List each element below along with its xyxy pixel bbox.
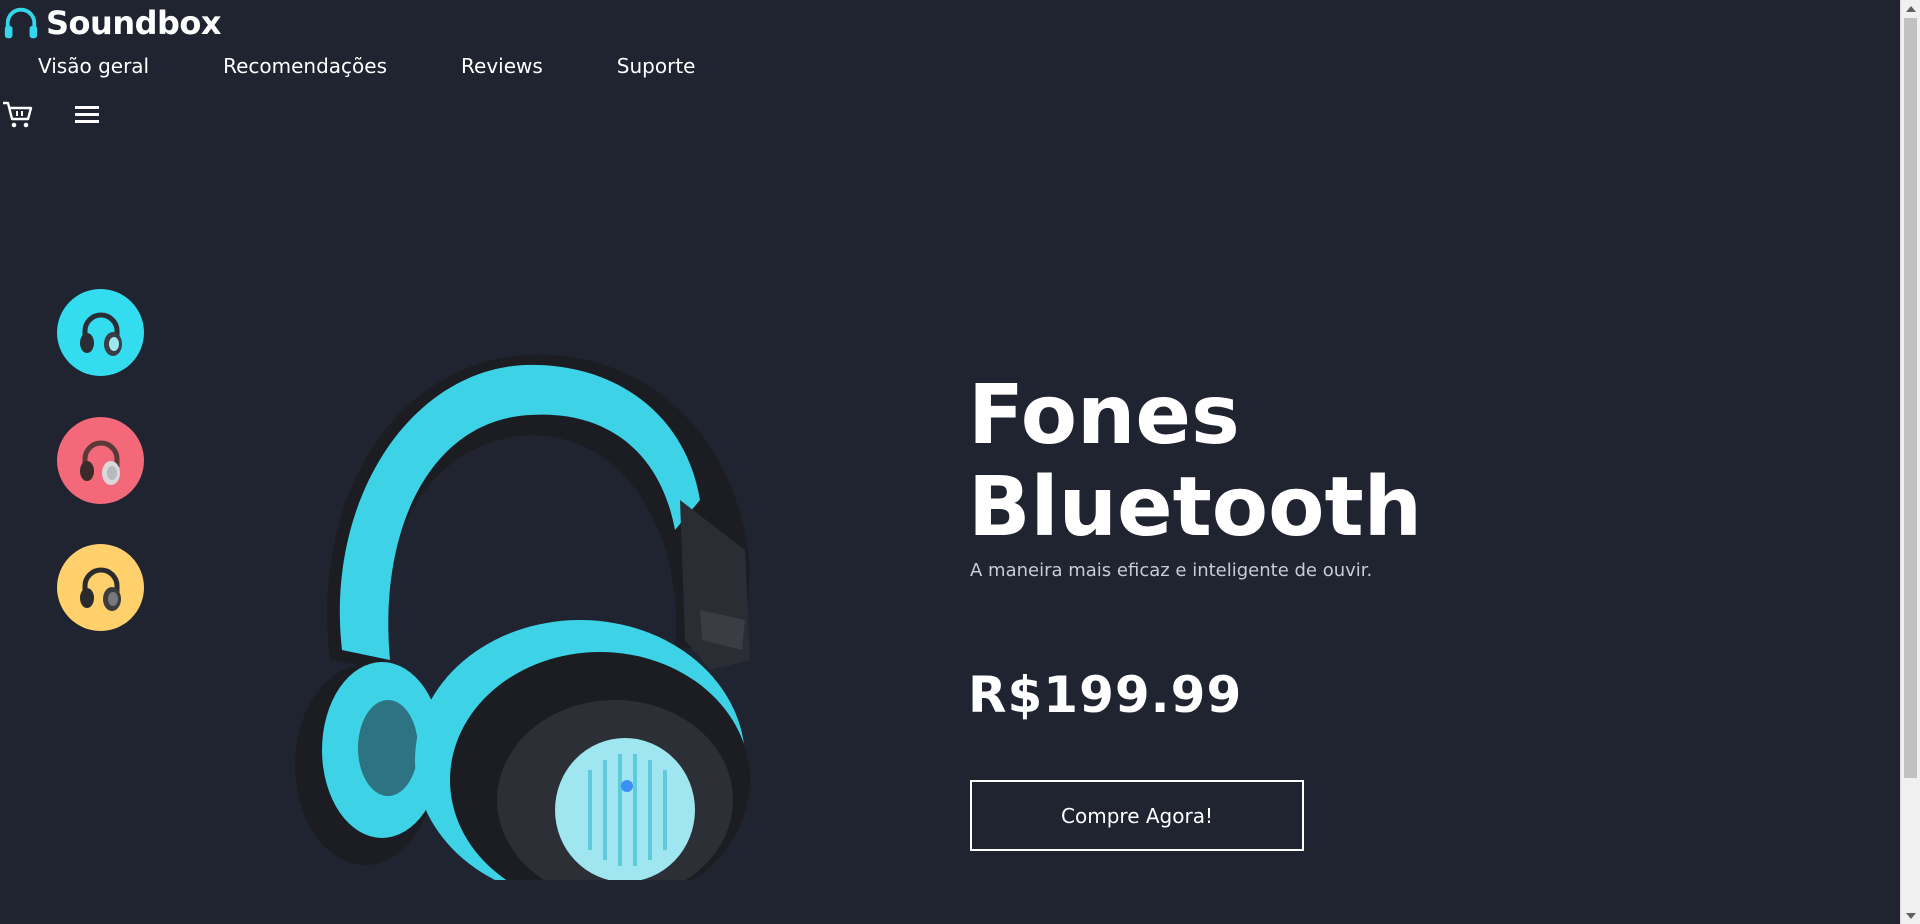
toolbar bbox=[2, 98, 102, 130]
buy-now-button[interactable]: Compre Agora! bbox=[970, 780, 1304, 851]
main-nav: Visão geral Recomendações Reviews Suport… bbox=[38, 54, 769, 78]
brand-name: Soundbox bbox=[46, 4, 222, 42]
product-title: Fones Bluetooth bbox=[968, 370, 1488, 554]
brand[interactable]: Soundbox bbox=[2, 4, 222, 42]
nav-item-suporte[interactable]: Suporte bbox=[617, 54, 696, 78]
cart-icon[interactable] bbox=[2, 98, 34, 130]
color-swatch-yellow[interactable] bbox=[57, 544, 144, 631]
scroll-down-arrow-icon[interactable] bbox=[1901, 907, 1920, 924]
headphones-thumbnail-icon bbox=[79, 567, 121, 611]
landing-page: Soundbox Visão geral Recomendações Revie… bbox=[0, 0, 1900, 924]
hamburger-menu-icon[interactable] bbox=[72, 99, 102, 129]
nav-item-reviews[interactable]: Reviews bbox=[461, 54, 543, 78]
nav-item-recomendacoes[interactable]: Recomendações bbox=[223, 54, 387, 78]
product-price: R$199.99 bbox=[968, 666, 1243, 724]
product-title-line-1: Fones bbox=[968, 368, 1240, 463]
product-subtitle: A maneira mais eficaz e inteligente de o… bbox=[970, 560, 1373, 581]
vertical-scrollbar[interactable] bbox=[1900, 0, 1920, 924]
headphones-product-image bbox=[295, 354, 750, 880]
headphones-thumbnail-icon bbox=[79, 440, 120, 485]
headphones-thumbnail-icon bbox=[79, 312, 122, 356]
headphones-icon bbox=[4, 7, 38, 39]
color-swatch-red[interactable] bbox=[57, 417, 144, 504]
product-title-line-2: Bluetooth bbox=[968, 460, 1423, 555]
nav-item-visao-geral[interactable]: Visão geral bbox=[38, 54, 149, 78]
scroll-up-arrow-icon[interactable] bbox=[1901, 0, 1920, 17]
scrollbar-thumb[interactable] bbox=[1904, 18, 1917, 778]
color-swatch-cyan[interactable] bbox=[57, 289, 144, 376]
